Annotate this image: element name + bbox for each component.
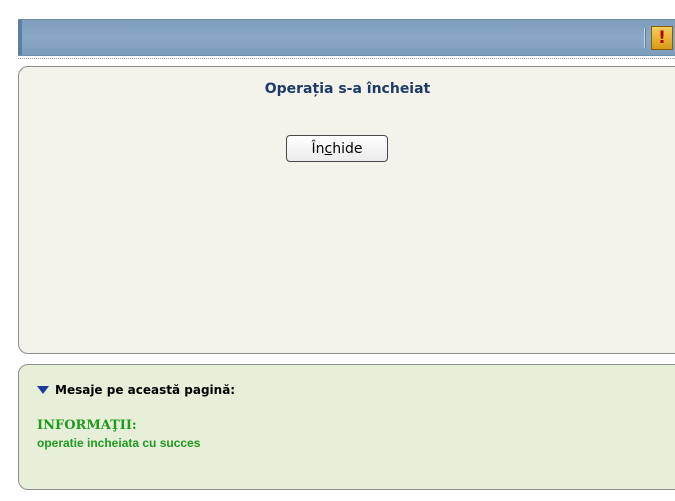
exclamation-alert-icon[interactable]: !	[651, 26, 673, 50]
collapse-triangle-icon[interactable]	[37, 386, 49, 394]
messages-header[interactable]: Mesaje pe această pagină: INFORMAŢII: op…	[37, 383, 236, 450]
close-button-label-end: hide	[332, 140, 363, 157]
top-toolbar: !	[18, 19, 675, 56]
toolbar-edge	[18, 20, 22, 55]
close-button-accesskey: c	[324, 140, 333, 157]
message-text: operatie incheiata cu succes	[37, 436, 201, 450]
messages-panel: Mesaje pe această pagină: INFORMAŢII: op…	[18, 364, 675, 490]
message-category: INFORMAŢII:	[37, 418, 137, 433]
close-button[interactable]: În c hide	[286, 135, 388, 162]
operation-status-title: Operația s-a încheiat	[264, 81, 431, 97]
dotted-divider	[18, 58, 675, 59]
close-button-label-start: În	[311, 140, 325, 157]
result-panel: Operația s-a încheiat În c hide	[18, 66, 675, 354]
messages-header-label: Mesaje pe această pagină:	[55, 383, 236, 397]
toolbar-separator	[644, 28, 646, 48]
